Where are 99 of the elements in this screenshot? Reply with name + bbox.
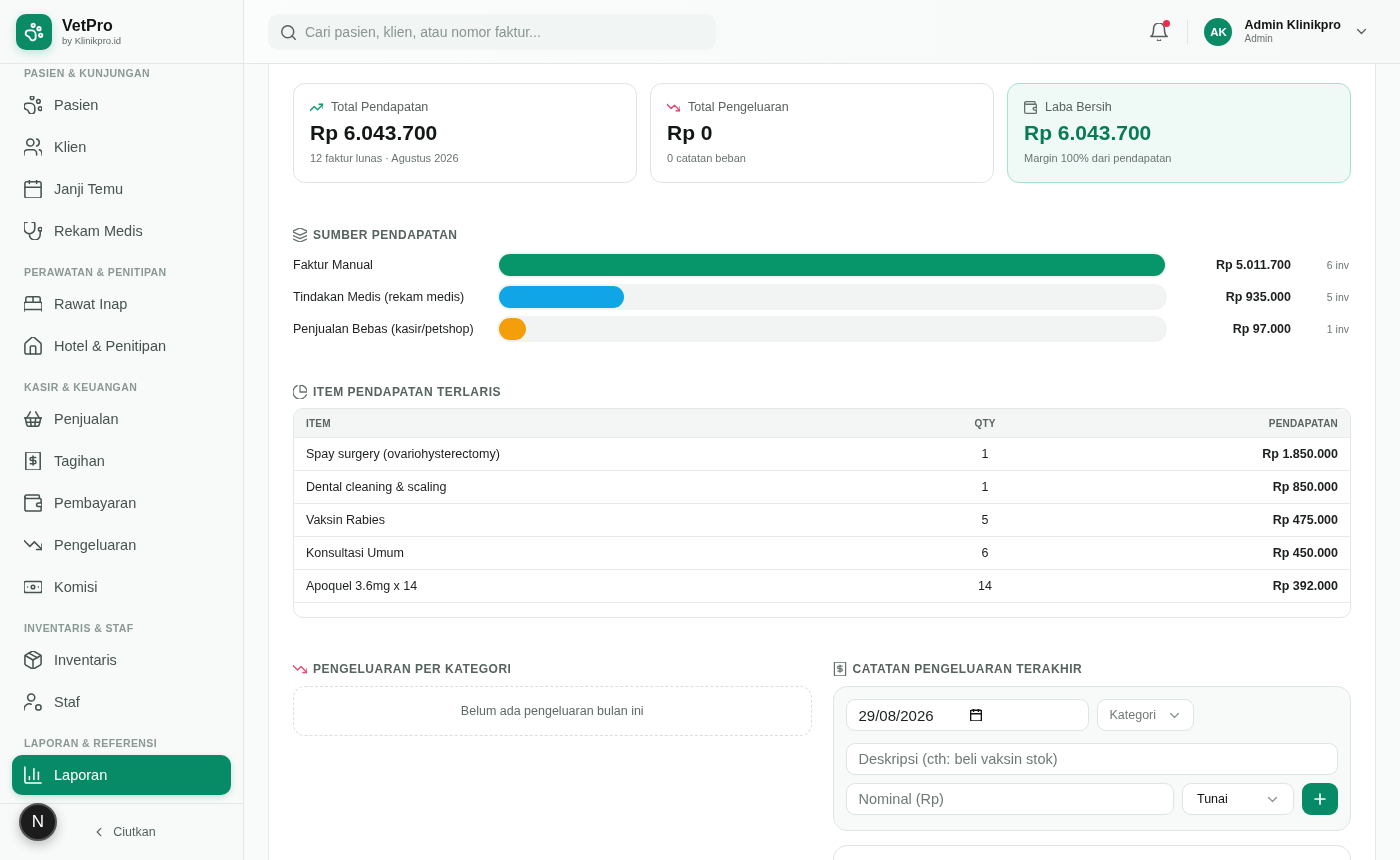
search-field[interactable]: Cari pasien, klien, atau nomor faktur...: [268, 13, 716, 50]
package-icon: [24, 651, 42, 669]
table-cell-text: Vaksin Rabies: [306, 513, 386, 527]
user-gear-icon: [24, 693, 42, 711]
table-cell-text: 1: [980, 480, 990, 494]
nav-group-label: LAPORAN & REFERENSI: [23, 736, 159, 751]
description-field[interactable]: Deskripsi (cth: beli vaksin stok): [845, 743, 1338, 775]
card-label: Total Pendapatan: [331, 100, 429, 115]
basket-icon: [24, 410, 42, 428]
source-label: Tindakan Medis (rekam medis): [293, 290, 466, 304]
table-cell-text: Apoquel 3.6mg x 14: [306, 579, 419, 593]
nav-group-label: INVENTARIS & STAF: [23, 621, 135, 636]
card-value: Rp 0: [667, 121, 714, 145]
amount-field[interactable]: Nominal (Rp): [845, 783, 1174, 815]
trend-down-icon: [293, 662, 307, 676]
paw-icon: [24, 96, 42, 114]
empty-state-text: Belum ada pengeluaran bulan ini: [460, 704, 644, 718]
category-select[interactable]: Kategori: [1096, 699, 1194, 731]
source-amount: Rp 97.000: [1231, 322, 1291, 336]
paw-logo-icon: [16, 13, 52, 50]
calendar-icon: [24, 180, 42, 198]
invoice-count: 6 inv: [1325, 259, 1349, 271]
table-cell-text: 5: [980, 513, 990, 527]
nav-item[interactable]: Pembayaran: [12, 483, 231, 523]
column-header: ITEM: [306, 417, 332, 429]
nav-item[interactable]: Inventaris: [12, 640, 231, 680]
card-note: 12 faktur lunas · Agustus 2026: [310, 151, 460, 165]
pie-chart-icon: [293, 385, 307, 399]
invoice-count: 5 inv: [1325, 291, 1349, 303]
nav-item[interactable]: Pasien: [12, 85, 231, 125]
search-icon: [281, 24, 296, 40]
nav-item[interactable]: Tagihan: [12, 441, 231, 481]
user-name: Admin Klinikpro: [1244, 18, 1341, 33]
invoice-count: 1 inv: [1325, 323, 1349, 335]
table-cell-text: Rp 475.000: [1271, 513, 1338, 527]
brand-tagline: by Klinikpro.id: [62, 35, 122, 47]
nav-item[interactable]: Rekam Medis: [12, 211, 231, 251]
column-header: PENDAPATAN: [1267, 417, 1338, 429]
table-cell-text: Dental cleaning & scaling: [306, 480, 448, 494]
notification-button[interactable]: [1149, 21, 1170, 42]
user-role: Admin: [1244, 33, 1274, 45]
table-cell-text: Spay surgery (ovariohysterectomy): [306, 447, 501, 461]
section-title: SUMBER PENDAPATAN: [313, 227, 458, 243]
table-cell-text: 6: [980, 546, 990, 560]
collapse-button[interactable]: Ciutkan: [87, 821, 162, 843]
card-label: Laba Bersih: [1045, 100, 1112, 115]
nav-group-label: PERAWATAN & PENITIPAN: [23, 265, 168, 280]
stethoscope-icon: [24, 222, 42, 240]
banknote-icon: [24, 578, 42, 596]
card-note: 0 catatan beban: [667, 151, 747, 165]
payment-method-select[interactable]: Tunai: [1182, 783, 1294, 815]
table-cell-text: Rp 450.000: [1271, 546, 1338, 560]
nav-item[interactable]: Komisi: [12, 567, 231, 607]
table-cell-text: 14: [977, 579, 993, 593]
add-button[interactable]: [1302, 783, 1338, 815]
nav-group-label: PASIEN & KUNJUNGAN: [23, 66, 152, 81]
section-title: PENGELUARAN PER KATEGORI: [313, 661, 512, 677]
receipt-icon: [24, 452, 42, 470]
source-label: Faktur Manual: [293, 258, 374, 272]
source-amount: Rp 5.011.700: [1214, 258, 1291, 272]
bell-icon: [1150, 22, 1169, 41]
card-note: Margin 100% dari pendapatan: [1024, 151, 1173, 165]
card-value: Rp 6.043.700: [310, 121, 439, 145]
nav-item[interactable]: Staf: [12, 682, 231, 722]
table-cell-text: Rp 1.850.000: [1261, 447, 1338, 461]
user-avatar[interactable]: AK: [1204, 17, 1233, 46]
card-label: Total Pengeluaran: [688, 100, 789, 115]
date-field[interactable]: 29/08/2026: [845, 699, 1089, 731]
table-cell-text: 1: [980, 447, 990, 461]
nav-item[interactable]: Hotel & Penitipan: [12, 326, 231, 366]
source-amount: Rp 935.000: [1224, 290, 1291, 304]
nav-item[interactable]: Pengeluaran: [12, 525, 231, 565]
layers-icon: [293, 228, 307, 242]
calendar-icon[interactable]: [969, 709, 982, 721]
bed-icon: [24, 295, 42, 313]
wallet-icon: [24, 494, 42, 512]
nav-item[interactable]: Rawat Inap: [12, 284, 231, 324]
column-header: QTY: [973, 417, 997, 429]
receipt-icon: [832, 662, 847, 676]
nav-item[interactable]: Penjualan: [12, 399, 231, 439]
nav-item[interactable]: Janji Temu: [12, 169, 231, 209]
section-title: ITEM PENDAPATAN TERLARIS: [313, 384, 501, 400]
card-value: Rp 6.043.700: [1024, 121, 1153, 145]
table-cell-text: Konsultasi Umum: [306, 546, 405, 560]
trend-up-icon: [310, 101, 323, 114]
bar-chart-icon: [24, 766, 42, 784]
table-cell-text: Rp 392.000: [1271, 579, 1338, 593]
nav-group-label: KASIR & KEUANGAN: [23, 380, 139, 395]
trend-down-icon: [667, 101, 680, 114]
nav-item[interactable]: Laporan: [12, 755, 231, 795]
section-title: CATATAN PENGELUARAN TERAKHIR: [852, 661, 1083, 677]
table-cell-text: Rp 850.000: [1271, 480, 1338, 494]
nav-item[interactable]: Klien: [12, 127, 231, 167]
source-label: Penjualan Bebas (kasir/petshop): [293, 322, 475, 336]
brand-name: VetPro: [62, 16, 114, 35]
users-icon: [24, 138, 42, 156]
plus-icon: [1313, 792, 1327, 806]
house-icon: [24, 337, 42, 355]
wallet-icon: [1024, 101, 1037, 114]
